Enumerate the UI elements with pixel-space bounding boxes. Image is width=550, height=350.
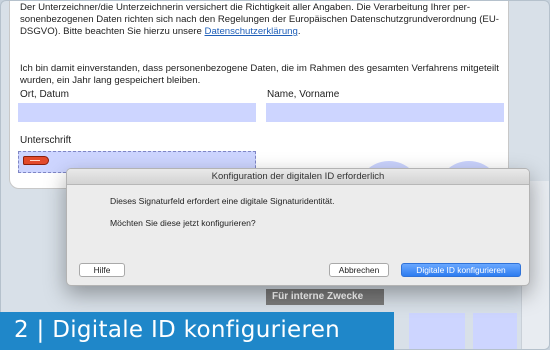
cancel-button[interactable]: Abbrechen — [329, 263, 389, 277]
dialog-title: Konfiguration der digitalen ID erforderl… — [67, 169, 529, 185]
internal-use-label: Für interne Zwecke — [272, 291, 364, 302]
step-banner: 2 | Digitale ID konfigurieren — [0, 312, 394, 350]
configure-digital-id-button[interactable]: Digitale ID konfigurieren — [401, 263, 521, 277]
configure-digital-id-dialog: Konfiguration der digitalen ID erforderl… — [66, 168, 530, 286]
step-banner-text: 2 | Digitale ID konfigurieren — [14, 317, 341, 343]
privacy-policy-link[interactable]: Datenschutzerklärung — [205, 26, 298, 37]
name-label: Name, Vorname — [267, 89, 340, 100]
pdf-page: Der Unterzeichner/die Unterzeichnerin ve… — [9, 1, 509, 189]
internal-field-2[interactable] — [473, 313, 517, 349]
consent-text-end: . — [297, 26, 301, 37]
dialog-message-requirement: Dieses Signaturfeld erfordert eine digit… — [110, 196, 335, 206]
signature-label: Unterschrift — [20, 135, 72, 146]
dialog-message-question: Möchten Sie diese jetzt konfigurieren? — [110, 218, 256, 228]
help-button[interactable]: Hilfe — [79, 263, 125, 277]
name-field[interactable] — [266, 103, 504, 122]
internal-use-header: Für interne Zwecke — [266, 289, 384, 305]
storage-consent-paragraph: Ich bin damit einverstanden, dass person… — [20, 63, 499, 86]
signature-flag-icon — [23, 156, 49, 165]
place-date-label: Ort, Datum — [20, 89, 69, 100]
place-date-field[interactable] — [18, 103, 256, 122]
consent-paragraph: Der Unterzeichner/die Unterzeichnerin ve… — [20, 2, 500, 38]
internal-field-1[interactable] — [409, 313, 465, 349]
